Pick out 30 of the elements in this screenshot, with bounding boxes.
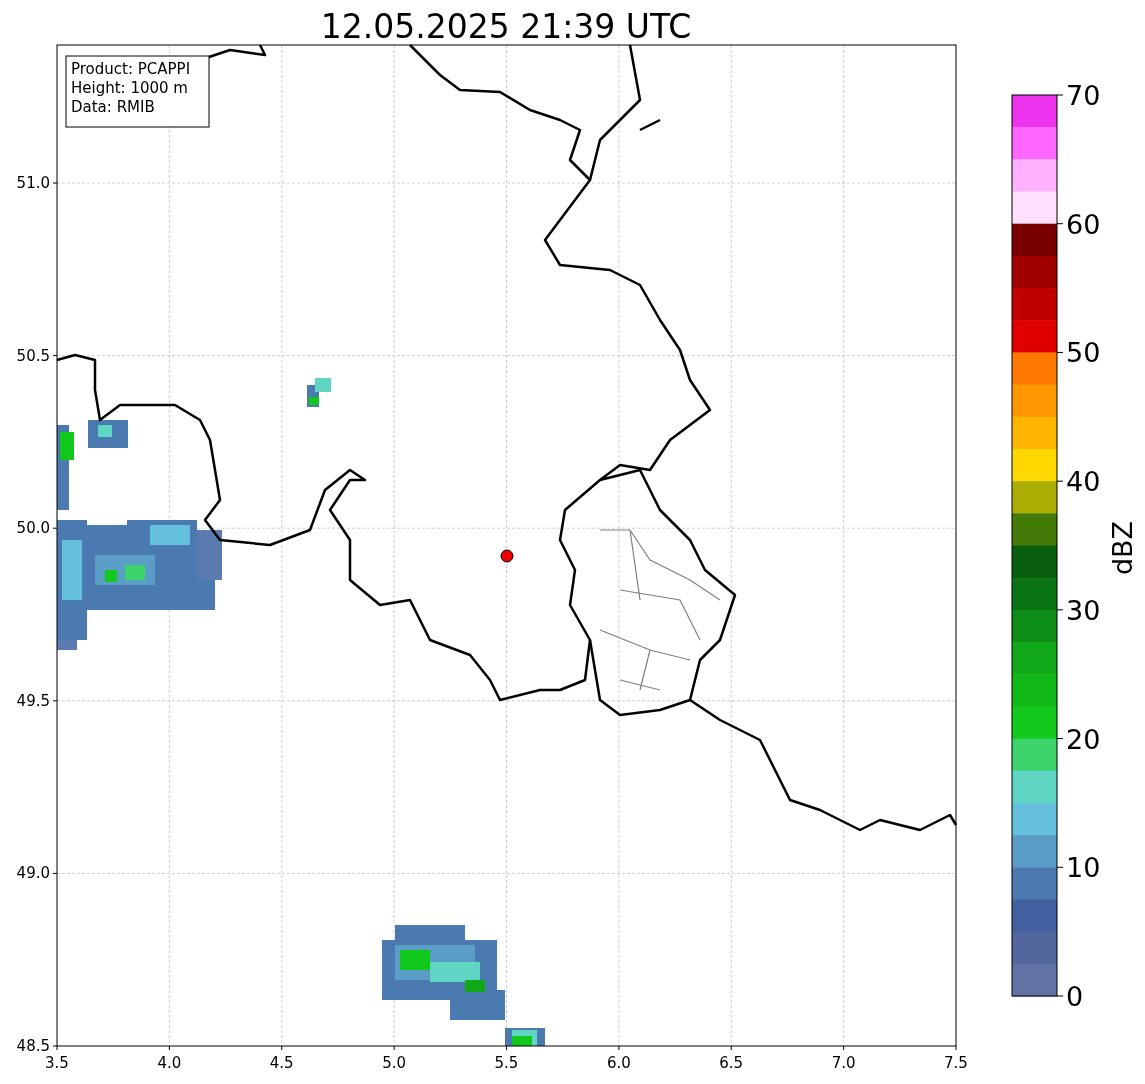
axis-tick-label: 50.5 <box>16 346 50 365</box>
colorbar-tick-label: 70 <box>1066 80 1101 111</box>
axis-tick-label: 5.0 <box>382 1054 407 1072</box>
axis-tick-label: 7.5 <box>944 1054 968 1072</box>
colorbar-tick-label: 10 <box>1066 852 1101 884</box>
colorbar-label: dBZ <box>1107 520 1138 576</box>
axis-tick-label: 48.5 <box>16 1037 50 1055</box>
radar-site-marker <box>500 549 514 563</box>
colorbar-tick-label: 50 <box>1066 337 1101 369</box>
axis-tick-label: 6.5 <box>719 1054 744 1072</box>
axis-tick-label: 4.5 <box>269 1054 294 1072</box>
colorbar-tick-label: 40 <box>1066 466 1101 498</box>
colorbar-tick-label: 20 <box>1066 723 1101 755</box>
info-text: Height: 1000 m <box>71 79 188 97</box>
plot-title: 12.05.2025 21:39 UTC <box>320 7 692 46</box>
axis-tick-label: 49.5 <box>16 691 50 710</box>
radar-echo-drawing <box>307 378 331 407</box>
axis-tick-label: 50.0 <box>16 519 50 538</box>
info-text: Product: PCAPPI <box>71 60 191 78</box>
axis-tick-label: 5.5 <box>494 1054 519 1072</box>
axis-tick-label: 4.0 <box>157 1054 182 1072</box>
axis-tick-label: 7.0 <box>831 1054 856 1072</box>
colorbar-tick-label: 60 <box>1066 208 1101 240</box>
axis-tick-label: 3.5 <box>45 1054 69 1072</box>
axis-tick-label: 6.0 <box>606 1054 631 1072</box>
axis-tick-label: 51.0 <box>16 174 50 192</box>
info-text: Data: RMIB <box>71 98 155 116</box>
colorbar-tick-label: 0 <box>1066 981 1084 1012</box>
axis-tick-label: 49.0 <box>16 864 50 883</box>
colorbar-tick-label: 30 <box>1066 594 1101 626</box>
